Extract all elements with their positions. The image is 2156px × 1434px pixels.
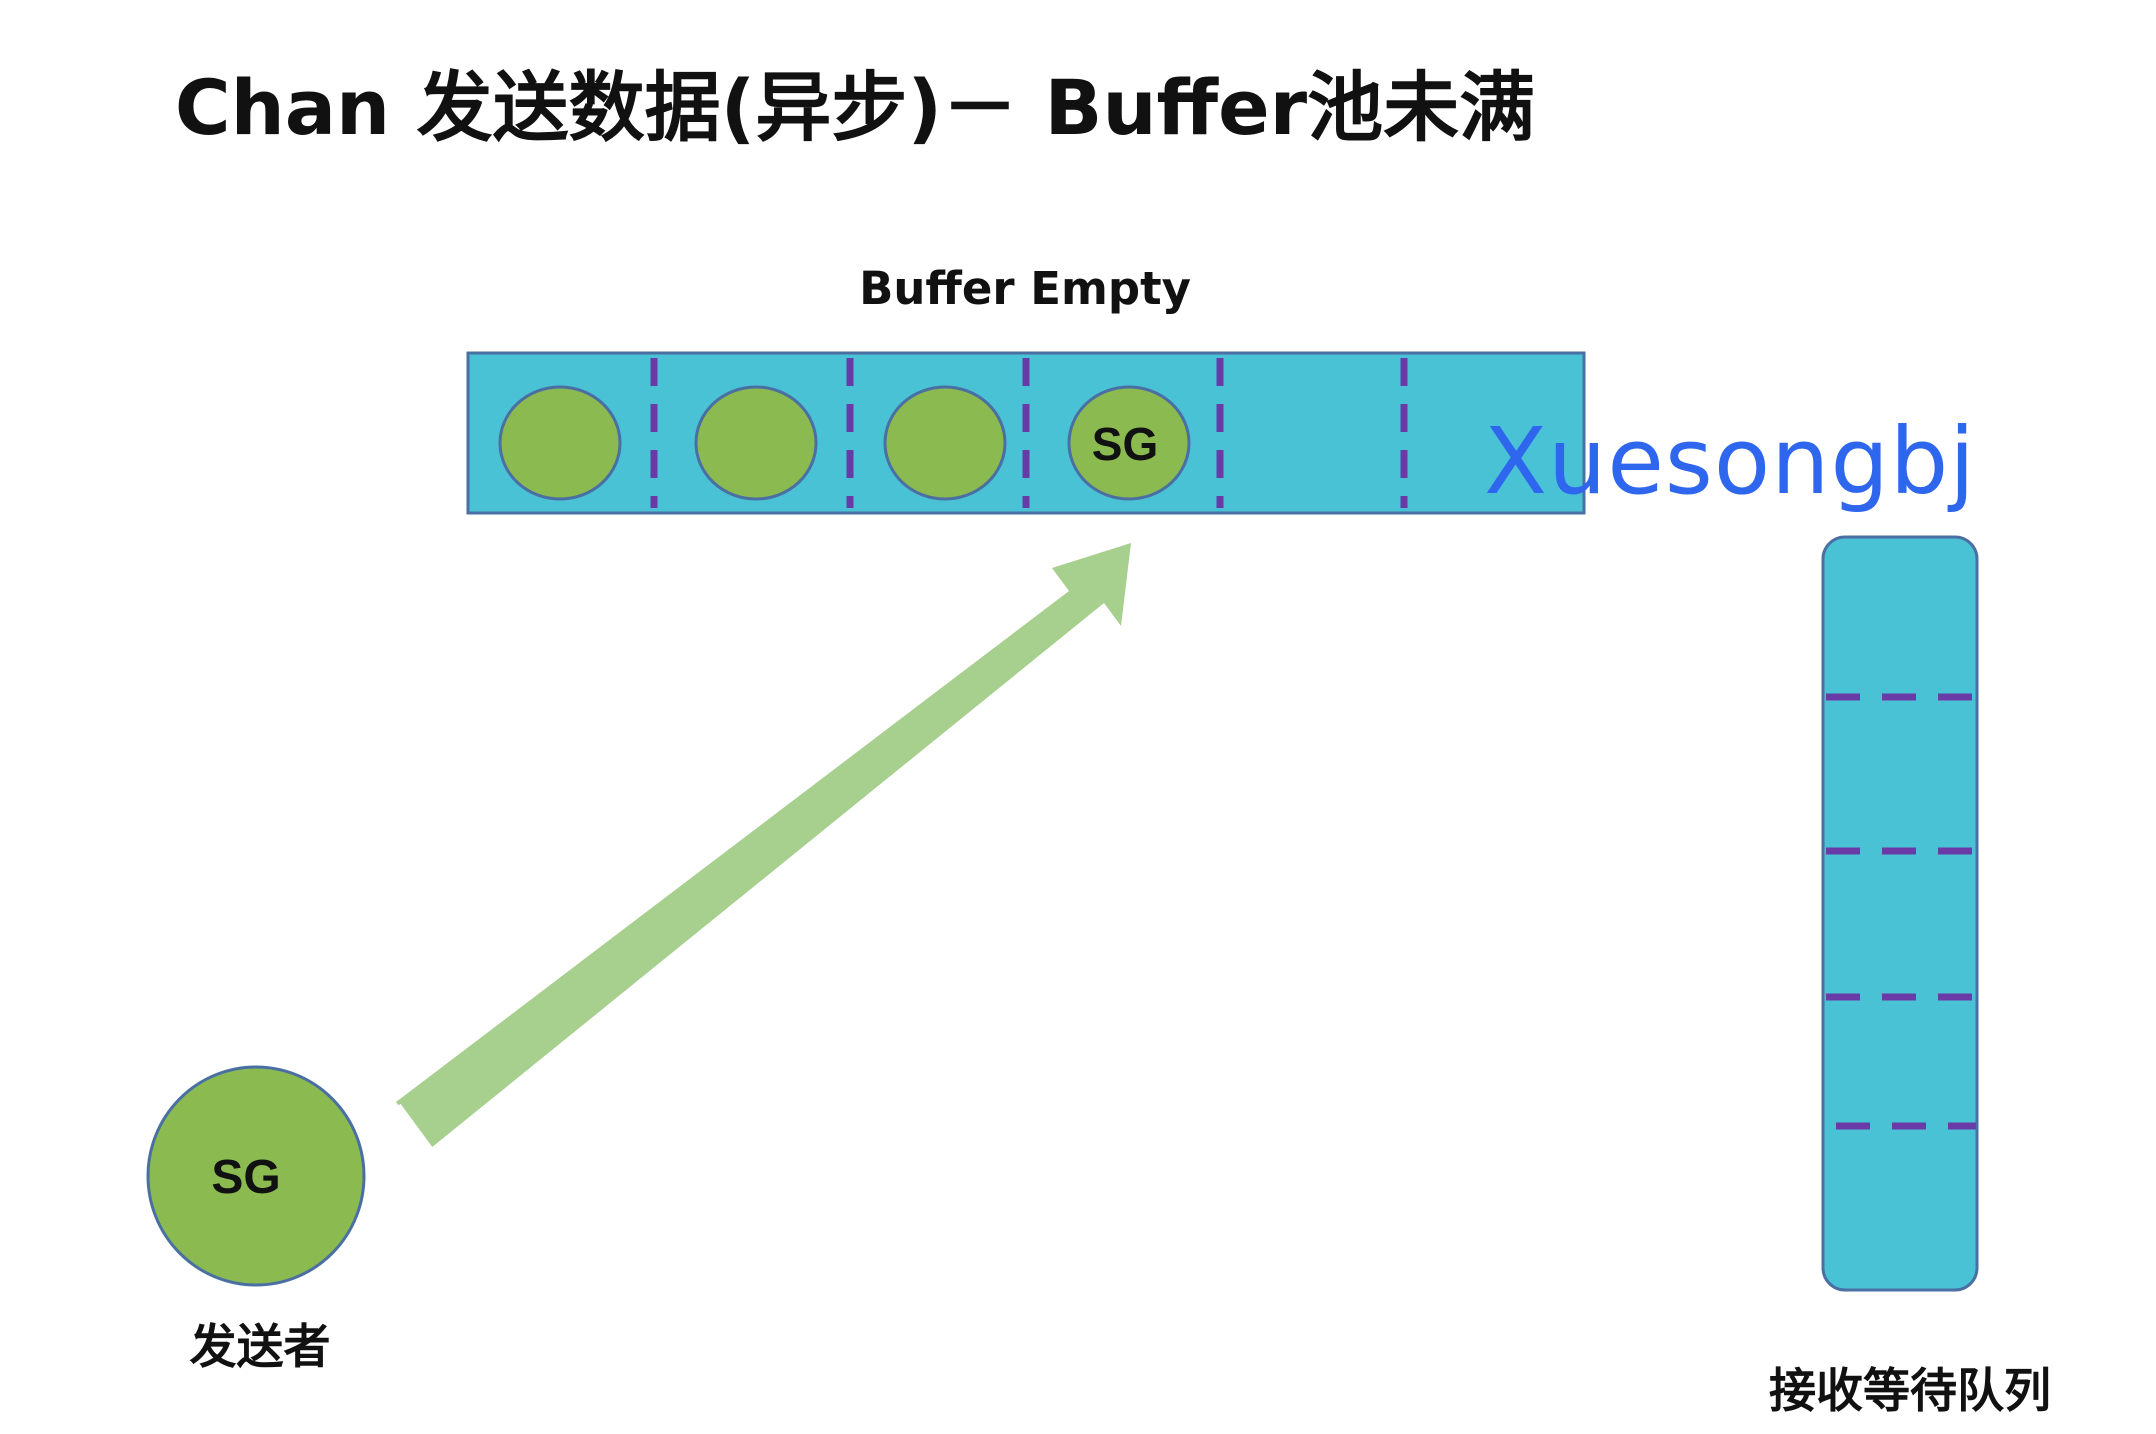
queue-bar <box>1821 535 1979 1292</box>
send-arrow-shape <box>396 543 1131 1148</box>
buffer-item-text: SG <box>1092 418 1158 470</box>
watermark-text: Xuesongbj <box>1484 408 1976 515</box>
receive-wait-queue <box>1821 535 1979 1292</box>
diagram-canvas: SG SG <box>146 351 1979 1292</box>
send-arrow <box>389 543 1131 1158</box>
queue-label: 接收等待队列 <box>1769 1364 2051 1419</box>
buffer-item <box>883 385 1007 501</box>
sender: SG <box>146 1065 366 1287</box>
sender-circle-text: SG <box>211 1151 280 1204</box>
sender-label: 发送者 <box>189 1320 331 1375</box>
buffer-item <box>498 385 622 501</box>
buffer-item <box>694 385 818 501</box>
